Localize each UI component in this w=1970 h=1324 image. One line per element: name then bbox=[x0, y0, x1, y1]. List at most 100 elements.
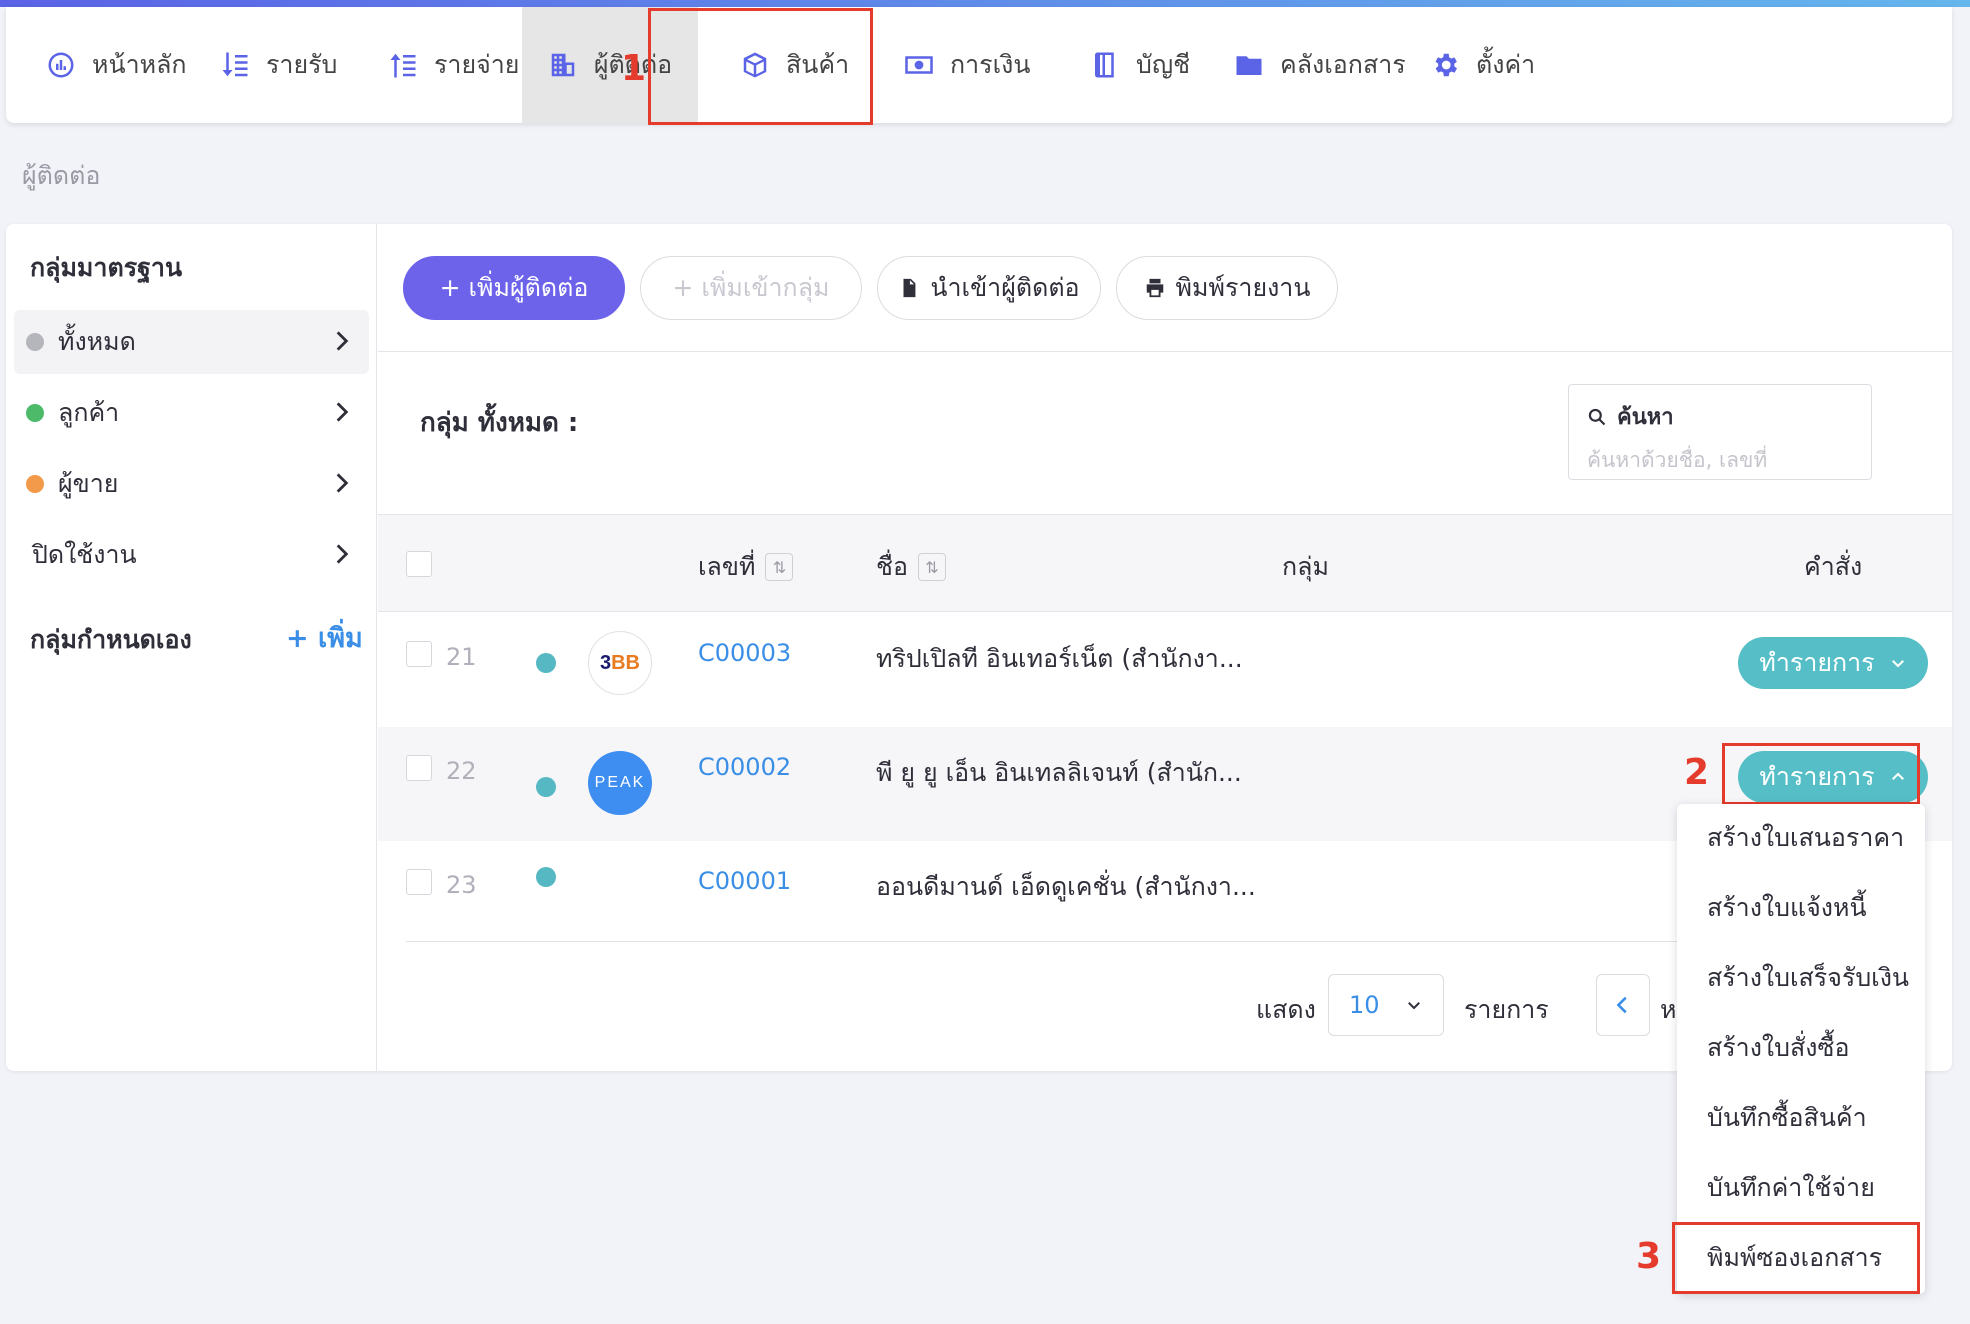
toolbar-divider bbox=[378, 351, 1952, 352]
row-checkbox[interactable] bbox=[406, 869, 432, 895]
nav-label: ตั้งค่า bbox=[1476, 50, 1536, 79]
search-label: ค้นหา bbox=[1617, 405, 1674, 430]
row-number: 21 bbox=[446, 643, 477, 671]
avatar-logo-bb: BB bbox=[611, 651, 640, 674]
group-sidebar: กลุ่มมาตรฐาน ทั้งหมด ลูกค้า ผู้ขาย ปิดใช… bbox=[6, 224, 377, 1071]
avatar: 3BB bbox=[588, 631, 652, 695]
chevron-right-icon bbox=[336, 544, 349, 564]
header-label: ชื่อ bbox=[876, 552, 908, 581]
add-to-group-button[interactable]: + เพิ่มเข้ากลุ่ม bbox=[640, 256, 862, 320]
status-dot bbox=[536, 653, 556, 673]
status-dot bbox=[536, 867, 556, 887]
sidebar-item-label: ผู้ขาย bbox=[58, 469, 119, 498]
nav-item-products[interactable]: สินค้า bbox=[740, 7, 849, 123]
folder-icon bbox=[1236, 56, 1262, 75]
sidebar-item-label: ปิดใช้งาน bbox=[32, 540, 137, 569]
income-icon bbox=[222, 52, 248, 77]
row-checkbox[interactable] bbox=[406, 755, 432, 781]
status-dot bbox=[26, 404, 44, 422]
menu-item-create-receipt[interactable]: สร้างใบเสร็จรับเงิน bbox=[1707, 958, 1909, 998]
prev-page-button[interactable] bbox=[1596, 974, 1650, 1036]
nav-item-accounting[interactable]: บัญชี bbox=[1090, 7, 1190, 123]
header-label: เลขที่ bbox=[698, 552, 756, 581]
nav-item-finance[interactable]: การเงิน bbox=[904, 7, 1030, 123]
header-command: คำสั่ง bbox=[1804, 552, 1863, 581]
pagination-items-label: รายการ bbox=[1464, 995, 1549, 1024]
table-footer-divider bbox=[406, 941, 1706, 942]
action-button[interactable]: ทำรายการ bbox=[1738, 751, 1928, 803]
contact-code-link[interactable]: C00001 bbox=[698, 867, 791, 895]
menu-item-record-expense[interactable]: บันทึกค่าใช้จ่าย bbox=[1707, 1168, 1875, 1208]
header-name[interactable]: ชื่อ ⇅ bbox=[876, 547, 946, 587]
search-icon bbox=[1588, 408, 1606, 425]
sidebar-item-disabled[interactable]: ปิดใช้งาน bbox=[14, 523, 369, 587]
search-title: ค้นหา bbox=[1587, 399, 1853, 434]
sidebar-item-label: ลูกค้า bbox=[58, 398, 120, 427]
nav-label: รายจ่าย bbox=[434, 50, 520, 79]
import-contacts-button[interactable]: นำเข้าผู้ติดต่อ bbox=[877, 256, 1101, 320]
top-accent-strip bbox=[0, 0, 1970, 7]
menu-item-record-purchase[interactable]: บันทึกซื้อสินค้า bbox=[1707, 1098, 1867, 1138]
custom-groups-title: กลุ่มกำหนดเอง bbox=[30, 625, 192, 654]
avatar-logo-3: 3 bbox=[599, 651, 612, 674]
menu-item-create-quotation[interactable]: สร้างใบเสนอราคา bbox=[1707, 818, 1904, 858]
annotation-step-1: 1 bbox=[621, 48, 647, 89]
contact-code-link[interactable]: C00003 bbox=[698, 639, 791, 667]
nav-label: รายรับ bbox=[266, 50, 338, 79]
chevron-down-icon bbox=[1891, 660, 1904, 668]
menu-item-create-purchase-order[interactable]: สร้างใบสั่งซื้อ bbox=[1707, 1028, 1849, 1068]
nav-item-home[interactable]: หน้าหลัก bbox=[46, 7, 187, 123]
contacts-card: กลุ่มมาตรฐาน ทั้งหมด ลูกค้า ผู้ขาย ปิดใช… bbox=[6, 224, 1952, 1071]
nav-label: สินค้า bbox=[786, 50, 850, 79]
chevron-left-icon bbox=[1616, 996, 1627, 1014]
header-number[interactable]: เลขที่ ⇅ bbox=[698, 547, 794, 587]
row-checkbox[interactable] bbox=[406, 641, 432, 667]
menu-item-print-envelope[interactable]: พิมพ์ซองเอกสาร bbox=[1707, 1238, 1882, 1278]
button-label: นำเข้าผู้ติดต่อ bbox=[930, 273, 1080, 302]
print-report-button[interactable]: พิมพ์รายงาน bbox=[1116, 256, 1338, 320]
chevron-right-icon bbox=[336, 331, 349, 351]
status-dot bbox=[536, 777, 556, 797]
table-row[interactable]: 21 3BB C00003 ทริปเปิลที อินเทอร์เน็ต (ส… bbox=[378, 613, 1952, 727]
pagination-next-partial: ห bbox=[1660, 995, 1677, 1024]
table-header: เลขที่ ⇅ ชื่อ ⇅ กลุ่ม คำสั่ง bbox=[378, 514, 1952, 612]
nav-item-expense[interactable]: รายจ่าย bbox=[388, 7, 519, 123]
sidebar-item-vendors[interactable]: ผู้ขาย bbox=[14, 452, 369, 516]
nav-label: บัญชี bbox=[1136, 50, 1191, 79]
sidebar-item-customers[interactable]: ลูกค้า bbox=[14, 381, 369, 445]
menu-item-create-invoice[interactable]: สร้างใบแจ้งหนี้ bbox=[1707, 888, 1867, 928]
contact-code-link[interactable]: C00002 bbox=[698, 753, 791, 781]
book-icon bbox=[1095, 52, 1114, 78]
chevron-right-icon bbox=[336, 473, 349, 493]
printer-icon bbox=[1146, 278, 1163, 298]
nav-item-settings[interactable]: ตั้งค่า bbox=[1430, 7, 1535, 123]
sort-icon[interactable]: ⇅ bbox=[765, 553, 794, 581]
nav-label: การเงิน bbox=[950, 50, 1031, 79]
import-icon bbox=[903, 278, 916, 298]
nav-item-contacts[interactable]: ผู้ติดต่อ bbox=[522, 7, 698, 123]
header-group: กลุ่ม bbox=[1282, 552, 1329, 581]
chevron-right-icon bbox=[336, 402, 349, 422]
select-all-checkbox[interactable] bbox=[406, 551, 432, 577]
nav-item-documents[interactable]: คลังเอกสาร bbox=[1234, 7, 1406, 123]
annotation-step-2: 2 bbox=[1684, 752, 1710, 793]
gear-icon bbox=[1435, 53, 1457, 77]
action-button[interactable]: ทำรายการ bbox=[1738, 637, 1928, 689]
nav-label: หน้าหลัก bbox=[92, 50, 187, 79]
page-size-select[interactable]: 10 bbox=[1328, 974, 1444, 1036]
status-dot bbox=[26, 333, 44, 351]
contact-name: พี ยู ยู เอ็น อินเทลลิเจนท์ (สำนัก... bbox=[876, 758, 1242, 787]
page-size-value: 10 bbox=[1349, 991, 1380, 1019]
sort-icon[interactable]: ⇅ bbox=[917, 553, 946, 581]
status-dot bbox=[26, 475, 44, 493]
search-placeholder: ค้นหาด้วยชื่อ, เลขที่ bbox=[1587, 448, 1768, 472]
box-icon bbox=[743, 52, 767, 78]
add-group-button[interactable]: + เพิ่ม bbox=[286, 616, 363, 659]
chevron-up-icon bbox=[1891, 772, 1904, 780]
nav-item-income[interactable]: รายรับ bbox=[220, 7, 337, 123]
sidebar-item-all[interactable]: ทั้งหมด bbox=[14, 310, 369, 374]
add-contact-button[interactable]: + เพิ่มผู้ติดต่อ bbox=[403, 256, 625, 320]
money-icon bbox=[905, 56, 933, 74]
sidebar-item-label: ทั้งหมด bbox=[58, 327, 136, 356]
search-input[interactable]: ค้นหา ค้นหาด้วยชื่อ, เลขที่ bbox=[1568, 384, 1872, 480]
